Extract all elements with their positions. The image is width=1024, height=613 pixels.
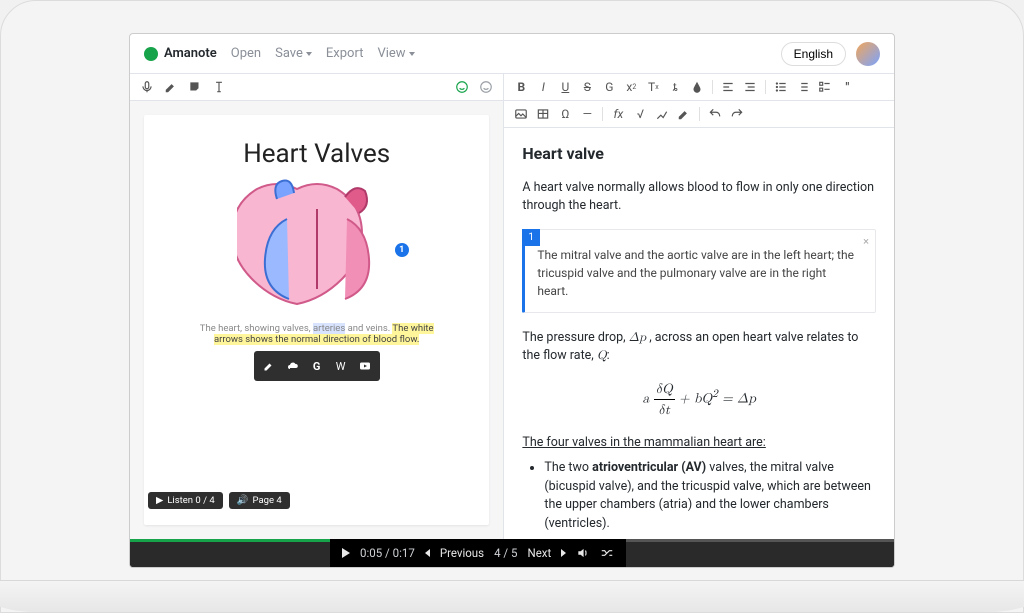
fx-icon[interactable]: fx [611, 107, 625, 121]
player-time: 0:05 / 0:17 [360, 546, 415, 560]
pencil-icon[interactable] [258, 355, 280, 377]
chevron-left-icon [425, 549, 430, 557]
hr-icon[interactable]: — [580, 107, 594, 121]
redo-icon[interactable] [730, 107, 744, 121]
chevron-down-icon [306, 52, 312, 56]
brush-icon[interactable] [677, 107, 691, 121]
indent-dec-icon[interactable] [743, 80, 757, 94]
volume-button[interactable] [576, 546, 590, 560]
caption-link[interactable]: arteries [313, 323, 345, 334]
youtube-icon[interactable] [354, 355, 376, 377]
text-select-icon[interactable] [212, 80, 226, 94]
chevron-down-icon [409, 52, 415, 56]
slide-caption: The heart, showing valves, arteries and … [187, 323, 447, 345]
play-button[interactable] [342, 548, 350, 558]
wikipedia-icon[interactable]: W [330, 355, 352, 377]
omega-icon[interactable]: Ω [558, 107, 572, 121]
notes-list: The two atrioventricular (AV) valves, th… [522, 459, 876, 539]
undo-icon[interactable] [708, 107, 722, 121]
slide-marker[interactable]: 1 [395, 243, 409, 257]
slide-title: Heart Valves [243, 139, 390, 169]
menu-open[interactable]: Open [231, 46, 261, 61]
google-icon[interactable]: G [306, 355, 328, 377]
strike-icon[interactable]: S [580, 80, 594, 94]
play-icon [342, 548, 350, 558]
app-logo[interactable]: Amanote [144, 46, 217, 61]
prev-button[interactable] [425, 549, 430, 557]
laptop-frame: Amanote Open Save Export View English [0, 0, 1024, 613]
equation: a δQδt + bQ2 = Δp [522, 379, 876, 421]
list-item: The two atrioventricular (AV) valves, th… [544, 459, 876, 534]
clear-format-icon[interactable]: G [602, 80, 616, 94]
main-split: Heart Valves 1 [130, 74, 894, 539]
superscript-icon[interactable]: x2 [624, 80, 638, 94]
player-bar: 0:05 / 0:17 Previous 4 / 5 Next [130, 539, 894, 567]
notes-intro: A heart valve normally allows blood to f… [522, 179, 876, 217]
pencil-icon[interactable] [164, 80, 178, 94]
prev-label[interactable]: Previous [440, 546, 484, 560]
heart-diagram: 1 [237, 179, 397, 309]
smile-green-icon[interactable] [455, 80, 469, 94]
table-icon[interactable] [536, 107, 550, 121]
editor-toolbar-row2: Ω — fx √ [504, 101, 894, 128]
underline-icon[interactable]: U [558, 80, 572, 94]
slide-panel: Heart Valves 1 [130, 74, 504, 539]
next-button[interactable] [561, 549, 566, 557]
image-icon[interactable] [514, 107, 528, 121]
font-size-icon[interactable]: ȶ [668, 80, 682, 94]
next-label[interactable]: Next [527, 546, 551, 560]
laptop-base [0, 580, 1024, 612]
mic-icon[interactable] [140, 80, 154, 94]
close-icon[interactable]: × [863, 234, 869, 251]
editor-toolbar-row1: B I U S G x2 Tx ȶ [504, 74, 894, 101]
menu-save[interactable]: Save [275, 46, 312, 61]
callout-body: The mitral valve and the aortic valve ar… [525, 230, 875, 312]
progress-segment-done [130, 539, 330, 567]
slide-area: Heart Valves 1 [130, 101, 503, 539]
slide: Heart Valves 1 [144, 115, 489, 525]
page-audio-button[interactable]: 🔊 Page 4 [229, 492, 290, 509]
annotation-toolbar: G W [254, 351, 380, 381]
slide-toolbar [130, 74, 503, 101]
smile-grey-icon[interactable] [479, 80, 493, 94]
sticky-note-icon[interactable] [188, 80, 202, 94]
chevron-right-icon [561, 549, 566, 557]
align-icon[interactable] [721, 80, 735, 94]
notes-title: Heart valve [522, 142, 876, 166]
draw-icon[interactable] [655, 107, 669, 121]
callout-tag: 1 [522, 229, 540, 246]
progress-segment-remaining [626, 539, 894, 567]
avatar[interactable] [856, 42, 880, 66]
font-color-icon[interactable] [690, 80, 704, 94]
italic-icon[interactable]: I [536, 80, 550, 94]
quote-icon[interactable]: " [840, 80, 854, 94]
sqrt-icon[interactable]: √ [633, 107, 647, 121]
subscript-icon[interactable]: Tx [646, 80, 660, 94]
notes-callout: 1 × The mitral valve and the aortic valv… [522, 229, 876, 313]
notes-panel: B I U S G x2 Tx ȶ [504, 74, 894, 539]
list-check-icon[interactable] [818, 80, 832, 94]
notes-editor[interactable]: Heart valve A heart valve normally allow… [504, 128, 894, 539]
menu-view[interactable]: View [377, 46, 414, 61]
language-button[interactable]: English [781, 42, 846, 66]
bold-icon[interactable]: B [514, 80, 528, 94]
menu-export[interactable]: Export [326, 46, 364, 61]
pressure-line: The pressure drop, Δp , across an open h… [522, 329, 876, 367]
list-ol-icon[interactable] [796, 80, 810, 94]
player-page: 4 / 5 [494, 546, 517, 560]
top-menu-bar: Amanote Open Save Export View English [130, 34, 894, 74]
app-name: Amanote [164, 46, 217, 61]
listen-controls: ▶ Listen 0 / 4 🔊 Page 4 [148, 492, 290, 509]
cloud-icon[interactable] [282, 355, 304, 377]
notes-section-head: The four valves in the mammalian heart a… [522, 434, 876, 453]
list-ul-icon[interactable] [774, 80, 788, 94]
shuffle-button[interactable] [600, 546, 614, 560]
logo-icon [144, 47, 158, 61]
main-menu: Open Save Export View [231, 46, 415, 61]
app-window: Amanote Open Save Export View English [129, 33, 895, 568]
listen-button[interactable]: ▶ Listen 0 / 4 [148, 492, 223, 509]
